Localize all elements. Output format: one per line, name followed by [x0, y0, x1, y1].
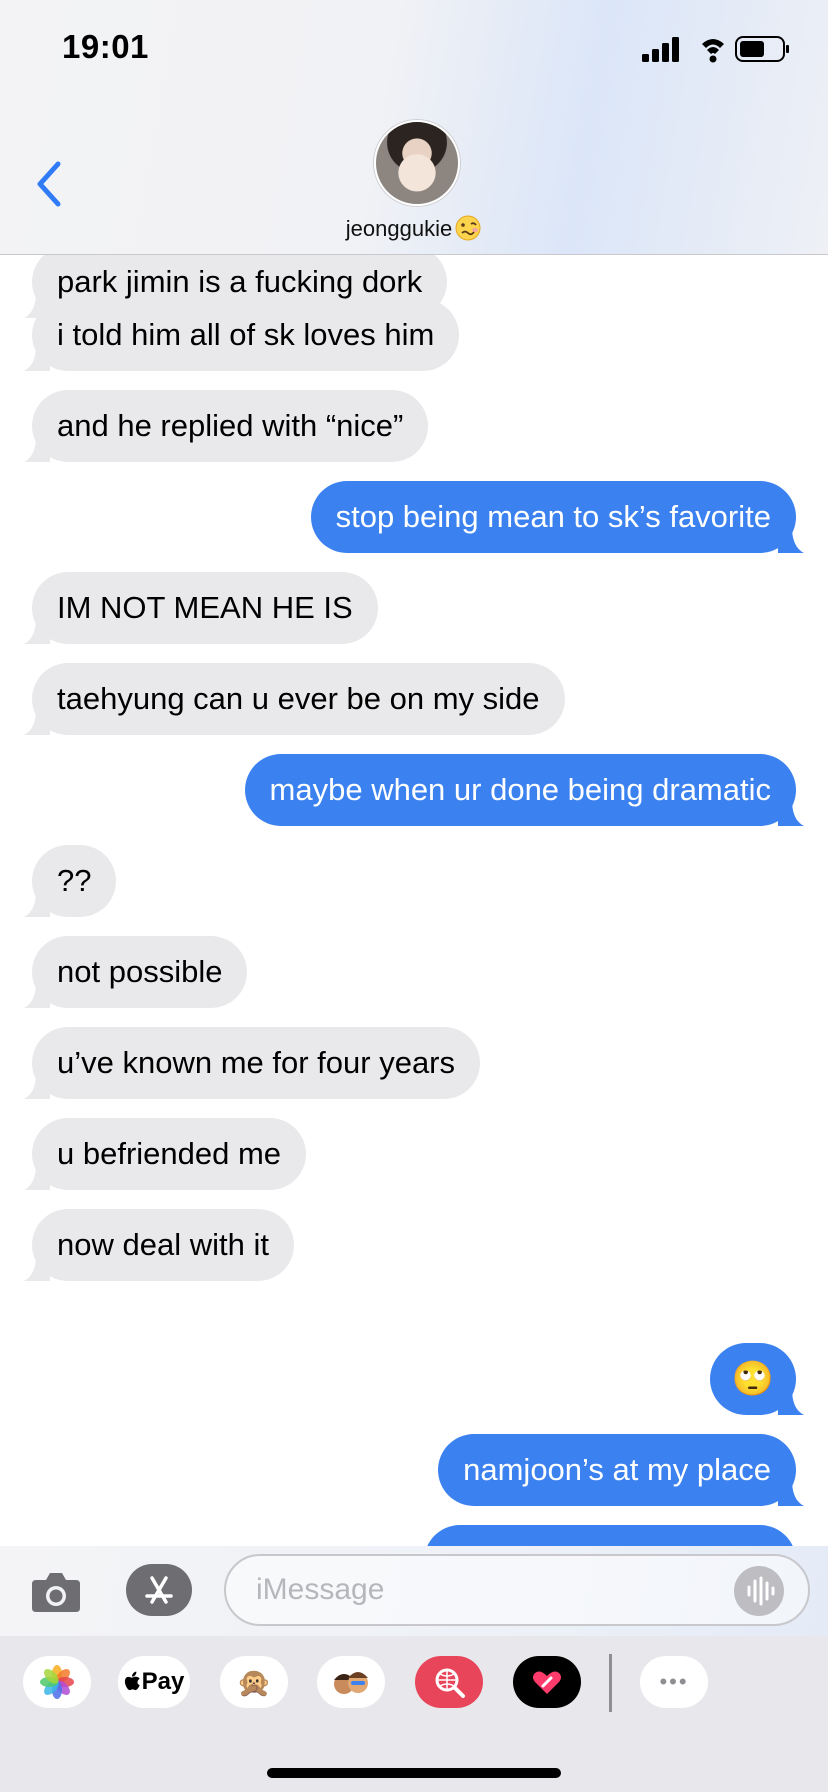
drawer-divider [609, 1654, 612, 1712]
message-list[interactable]: park jimin is a fucking dork i told him … [0, 254, 828, 1546]
status-time: 19:01 [62, 28, 149, 65]
incoming-message[interactable]: u’ve known me for four years [24, 1027, 481, 1099]
monkey-icon: 🙊 [236, 1666, 272, 1698]
battery-icon [735, 36, 789, 62]
incoming-message[interactable]: and he replied with “nice” [24, 390, 429, 462]
incoming-message[interactable]: taehyung can u ever be on my side [24, 663, 565, 735]
image-search-button[interactable] [415, 1656, 483, 1708]
waveform-icon [747, 1576, 775, 1606]
globe-search-icon [435, 1668, 465, 1698]
outgoing-message[interactable]: stop being mean to sk’s favorite [310, 481, 804, 553]
woozy-face-icon [455, 215, 481, 241]
message-input[interactable]: iMessage [224, 1554, 810, 1626]
camera-icon[interactable] [30, 1568, 82, 1614]
incoming-message[interactable]: ?? [24, 845, 117, 917]
compose-bar: iMessage [0, 1546, 828, 1636]
cellular-signal-icon [642, 37, 679, 62]
conversation-header: 19:01 jeonggukie [0, 0, 828, 255]
apple-pay-label: Pay [141, 1668, 185, 1695]
memoji-icon [334, 1672, 368, 1694]
more-icon: ••• [659, 1669, 689, 1694]
imessage-app-drawer: Pay 🙊 ••• [0, 1636, 828, 1792]
incoming-message[interactable]: u befriended me [24, 1118, 307, 1190]
outgoing-message[interactable]: 🙄 [709, 1343, 804, 1415]
app-store-icon [145, 1576, 173, 1604]
photos-icon [40, 1665, 74, 1699]
outgoing-message[interactable]: namjoon’s at my place [438, 1434, 804, 1506]
apple-pay-button[interactable]: Pay [118, 1656, 190, 1708]
contact-name: jeonggukie [345, 216, 453, 241]
photos-app-button[interactable] [23, 1656, 91, 1708]
heart-touch-icon [533, 1671, 561, 1694]
message-input-placeholder: iMessage [256, 1573, 385, 1606]
incoming-message[interactable]: not possible [24, 936, 248, 1008]
contact-avatar[interactable] [374, 120, 460, 206]
home-indicator[interactable] [267, 1768, 561, 1778]
contact-name-row[interactable]: jeonggukie [0, 214, 828, 242]
incoming-message[interactable]: i told him all of sk loves him [24, 299, 460, 371]
digital-touch-button[interactable] [513, 1656, 581, 1708]
audio-message-button[interactable] [734, 1566, 784, 1616]
memoji-stickers-button[interactable] [317, 1656, 385, 1708]
app-store-button[interactable] [126, 1564, 192, 1616]
incoming-message[interactable]: IM NOT MEAN HE IS [24, 572, 378, 644]
outgoing-message[interactable]: maybe when ur done being dramatic [244, 754, 804, 826]
more-apps-button[interactable]: ••• [640, 1656, 708, 1708]
apple-logo-icon [124, 1671, 140, 1691]
incoming-message[interactable]: now deal with it [24, 1209, 294, 1281]
back-chevron-icon[interactable] [30, 158, 70, 210]
outgoing-message-partial[interactable] [424, 1525, 796, 1546]
status-icons [642, 36, 789, 63]
eye-roll-emoji: 🙄 [731, 1360, 774, 1398]
animoji-button[interactable]: 🙊 [220, 1656, 288, 1708]
wifi-icon [702, 39, 724, 63]
